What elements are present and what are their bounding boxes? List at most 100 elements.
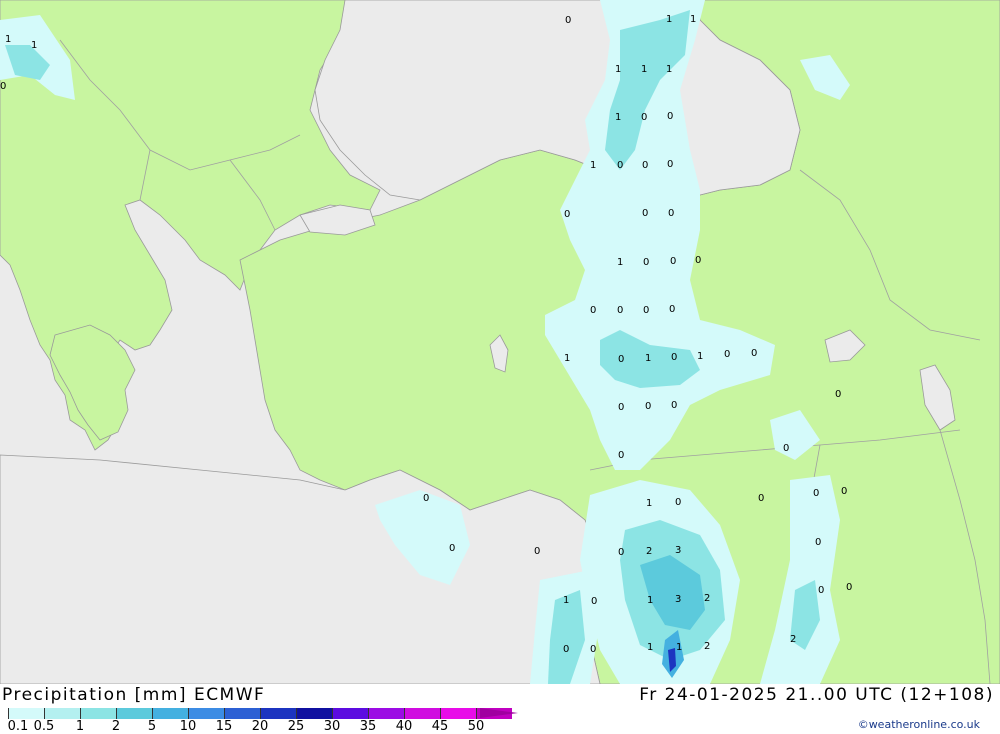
map-value: 0 <box>813 488 819 499</box>
legend-tick-label: 10 <box>179 719 197 734</box>
map-value: 1 <box>666 14 672 25</box>
map-value: 0 <box>449 543 455 554</box>
map-value: 0 <box>534 546 540 557</box>
map-value: 2 <box>704 593 710 604</box>
map-value: 0 <box>695 255 701 266</box>
map-value: 1 <box>615 112 621 123</box>
legend-swatch <box>368 708 404 719</box>
map-value: 0 <box>643 257 649 268</box>
precipitation-map: 0 1 1 1 1 0 1 1 1 1 0 0 1 0 0 0 0 0 0 1 … <box>0 0 1000 684</box>
footer-bar: Precipitation [mm] ECMWF Fr 24-01-2025 2… <box>0 684 1000 734</box>
legend-swatch <box>8 708 44 719</box>
legend-swatch <box>224 708 260 719</box>
map-value: 1 <box>615 64 621 75</box>
svg-text:0: 0 <box>590 644 596 655</box>
legend-tick-label: 5 <box>147 719 157 734</box>
color-legend <box>8 708 512 719</box>
svg-text:0: 0 <box>563 644 569 655</box>
map-value: 0 <box>835 389 841 400</box>
legend-swatch <box>260 708 296 719</box>
map-value: 0 <box>667 159 673 170</box>
map-value: 0 <box>590 305 596 316</box>
svg-text:0: 0 <box>818 585 824 596</box>
map-value: 0 <box>423 493 429 504</box>
map-value: 0 <box>667 111 673 122</box>
map-value: 0 <box>618 354 624 365</box>
legend-tick-label: 50 <box>467 719 485 734</box>
map-value: 0 <box>618 402 624 413</box>
legend-swatch <box>116 708 152 719</box>
map-value: 0 <box>642 208 648 219</box>
map-value: 0 <box>641 112 647 123</box>
svg-text:0: 0 <box>815 537 821 548</box>
map-value: 2 <box>704 641 710 652</box>
map-value: 0 <box>617 305 623 316</box>
map-value: 1 <box>563 595 569 606</box>
map-value: 1 <box>5 34 11 45</box>
map-value: 1 <box>646 498 652 509</box>
map-value: 1 <box>647 595 653 606</box>
map-value: 0 <box>564 209 570 220</box>
map-value: 0 <box>643 305 649 316</box>
legend-swatch <box>188 708 224 719</box>
map-value: 1 <box>645 353 651 364</box>
map-value: 1 <box>690 14 696 25</box>
map-value: 0 <box>0 81 6 92</box>
map-value: 1 <box>590 160 596 171</box>
map-value: 1 <box>647 642 653 653</box>
map-value: 0 <box>565 15 571 26</box>
map-value: 0 <box>671 352 677 363</box>
legend-tick-label: 45 <box>431 719 449 734</box>
map-value: 1 <box>697 351 703 362</box>
map-value: 0 <box>645 401 651 412</box>
map-value: 1 <box>31 40 37 51</box>
legend-tick-label: 15 <box>215 719 233 734</box>
forecast-datetime: Fr 24-01-2025 21..00 UTC (12+108) <box>639 685 994 705</box>
map-value: 0 <box>670 256 676 267</box>
map-value: 0 <box>669 304 675 315</box>
map-title: Precipitation [mm] ECMWF <box>2 685 266 705</box>
map-value: 0 <box>841 486 847 497</box>
legend-arrow-icon <box>480 708 518 718</box>
legend-swatch <box>296 708 332 719</box>
map-value: 0 <box>617 160 623 171</box>
map-value: 1 <box>666 64 672 75</box>
legend-swatch <box>440 708 476 719</box>
map-value: 0 <box>675 497 681 508</box>
legend-tick-label: 0.1 <box>7 719 29 734</box>
legend-tick-label: 20 <box>251 719 269 734</box>
legend-tick-label: 25 <box>287 719 305 734</box>
map-value: 0 <box>668 208 674 219</box>
legend-tick-label: 30 <box>323 719 341 734</box>
legend-swatch <box>80 708 116 719</box>
legend-tick-label: 2 <box>111 719 121 734</box>
legend-tick-label: 0.5 <box>33 719 55 734</box>
legend-swatch <box>44 708 80 719</box>
legend-tick-label: 35 <box>359 719 377 734</box>
map-value: 3 <box>675 545 681 556</box>
map-value: 1 <box>676 642 682 653</box>
svg-text:0: 0 <box>846 582 852 593</box>
legend-swatch <box>332 708 368 719</box>
map-value: 0 <box>591 596 597 607</box>
map-value: 2 <box>790 634 796 645</box>
legend-tick-labels: 0.1 0.5 1 2 5 10 15 20 25 30 35 40 45 50 <box>0 719 560 734</box>
map-value: 0 <box>724 349 730 360</box>
map-value: 0 <box>783 443 789 454</box>
map-value: 3 <box>675 594 681 605</box>
map-value: 0 <box>751 348 757 359</box>
legend-swatch <box>404 708 440 719</box>
map-value: 1 <box>641 64 647 75</box>
legend-tick-label: 1 <box>75 719 85 734</box>
map-value: 0 <box>618 547 624 558</box>
map-value: 0 <box>671 400 677 411</box>
map-value: 2 <box>646 546 652 557</box>
map-value: 1 <box>564 353 570 364</box>
map-value: 0 <box>758 493 764 504</box>
legend-swatch <box>152 708 188 719</box>
legend-tick-label: 40 <box>395 719 413 734</box>
map-value: 1 <box>617 257 623 268</box>
map-value: 0 <box>642 160 648 171</box>
map-value: 0 <box>618 450 624 461</box>
credit-text[interactable]: ©weatheronline.co.uk <box>858 718 980 731</box>
